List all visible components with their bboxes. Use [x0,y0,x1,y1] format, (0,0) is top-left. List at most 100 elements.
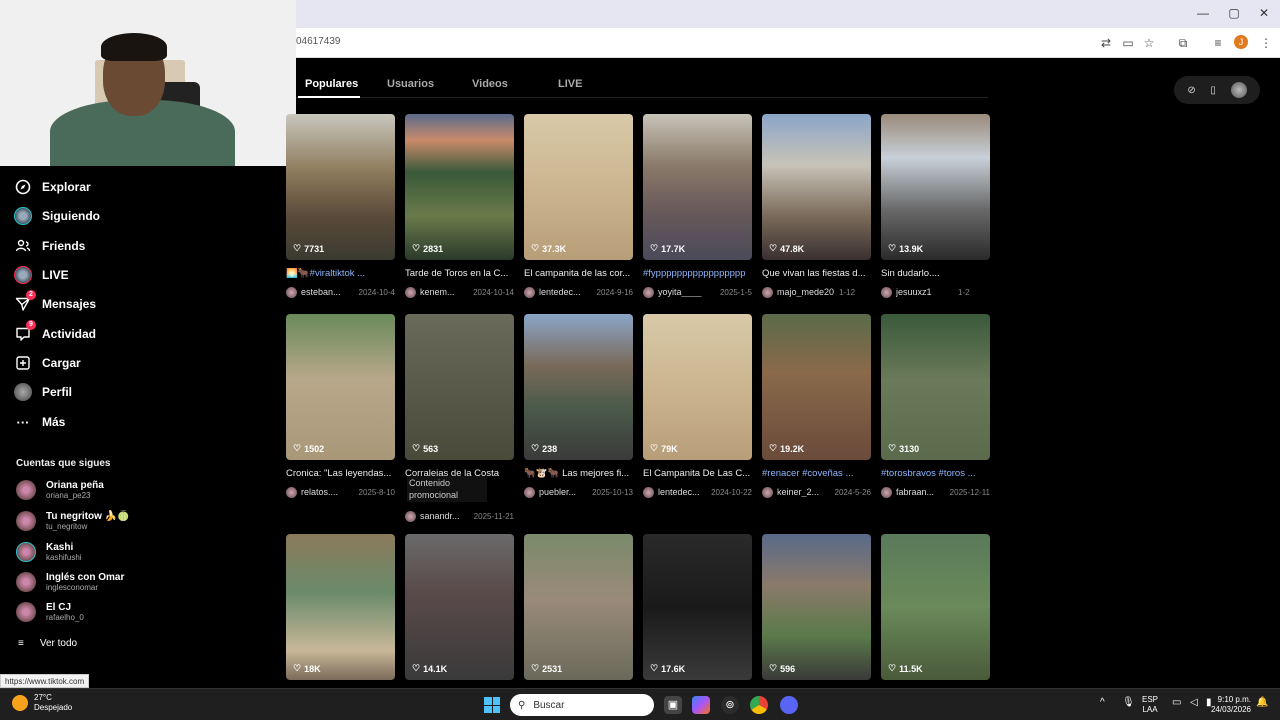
extensions-icon[interactable]: ⧉ [1175,35,1191,51]
video-card[interactable]: ♡ 563 Corralejas de la Costa Contenido prom… [405,314,514,522]
avatar[interactable] [524,286,535,298]
following-item[interactable]: Inglés con Omar inglesconomar [16,572,124,592]
video-caption[interactable]: #fyppppppppppppppppp [643,268,752,280]
network-icon[interactable]: ▭ [1172,698,1181,708]
avatar[interactable] [643,286,654,298]
video-caption[interactable]: Que vivan las fiestas d... [762,268,871,280]
compass-icon[interactable]: ⊘ [1187,85,1195,96]
video-card[interactable]: ♡ 2831 Tarde de Toros en la C... kenem... 20… [405,114,514,298]
video-thumbnail[interactable]: ♡ 13.9K [881,114,990,260]
video-thumbnail[interactable]: ♡ 563 [405,314,514,460]
following-item[interactable]: Oriana peña oriana_pe23 [16,480,104,500]
video-author[interactable]: relatos.... [301,487,355,497]
tab-live[interactable]: LIVE [558,78,582,90]
video-thumbnail[interactable]: ♡ 18K [286,534,395,680]
video-caption[interactable]: Tarde de Toros en la C... [405,268,514,280]
avatar[interactable] [643,486,654,498]
video-caption[interactable]: #renacer #coveñas ... [762,468,871,480]
nav-friends[interactable]: Friends [14,235,85,257]
chevron-up-icon[interactable]: ^ [1100,698,1105,708]
video-caption[interactable]: Sin dudarlo.... [881,268,990,280]
nav-mensajes[interactable]: 2 Mensajes [14,290,96,315]
language-indicator[interactable]: ESP LAA [1142,695,1158,715]
video-caption[interactable]: El Campanita De Las C... [643,468,752,480]
task-view-icon[interactable]: ▣ [664,696,682,714]
windows-start-button[interactable] [484,697,500,713]
video-card[interactable]: ♡ 79K El Campanita De Las C... lentedec... 2… [643,314,752,498]
video-author[interactable]: jesuuxz1 [896,287,954,297]
tab-usuarios[interactable]: Usuarios [387,78,434,90]
video-thumbnail[interactable]: ♡ 47.8K [762,114,871,260]
video-card[interactable]: ♡ 18K [286,534,395,680]
phone-icon[interactable]: ▯ [1210,85,1216,96]
nav-explorar[interactable]: Explorar [14,176,91,198]
notification-bell-icon[interactable]: 🔔 [1256,698,1268,708]
close-window-button[interactable]: ✕ [1256,6,1272,20]
video-thumbnail[interactable]: ♡ 7731 [286,114,395,260]
video-card[interactable]: ♡ 17.6K [643,534,752,680]
nav-siguiendo[interactable]: Siguiendo [14,205,100,227]
video-thumbnail[interactable]: ♡ 17.6K [643,534,752,680]
taskbar-search[interactable]: ⚲ Buscar [510,694,654,716]
video-card[interactable]: ♡ 37.3K El campanita de las cor... lentedec… [524,114,633,298]
avatar[interactable] [881,286,892,298]
video-thumbnail[interactable]: ♡ 14.1K [405,534,514,680]
video-card[interactable]: ♡ 238 🐂🐮🐂 Las mejores fi... puebler... 2025-… [524,314,633,498]
video-card[interactable]: ♡ 13.9K Sin dudarlo.... jesuuxz1 1-2 [881,114,990,298]
bookmark-star-icon[interactable]: ☆ [1141,35,1157,51]
video-thumbnail[interactable]: ♡ 596 [762,534,871,680]
menu-dots-icon[interactable]: ⋮ [1258,35,1274,51]
video-caption[interactable]: #torosbravos #toros ... [881,468,990,480]
video-thumbnail[interactable]: ♡ 1502 [286,314,395,460]
video-author[interactable]: fabraan... [896,487,946,497]
nav-perfil[interactable]: Perfil [14,381,72,403]
tab-populares[interactable]: Populares [305,78,358,90]
url-text[interactable]: 04617439 [296,36,341,47]
mic-icon[interactable]: 🎙 [1122,698,1135,708]
video-thumbnail[interactable]: ♡ 238 [524,314,633,460]
tab-videos[interactable]: Videos [472,78,508,90]
avatar[interactable] [405,286,416,298]
avatar[interactable] [881,486,892,498]
following-item[interactable]: Tu negritow 🍌🍈 tu_negritow [16,511,130,531]
video-thumbnail[interactable]: ♡ 19.2K [762,314,871,460]
video-author[interactable]: sanandr... [420,511,470,521]
following-item[interactable]: El CJ rafaelho_0 [16,602,84,622]
avatar[interactable] [762,486,773,498]
video-caption[interactable]: Cronica: "Las leyendas... [286,468,395,480]
video-author[interactable]: kenem... [420,287,469,297]
video-card[interactable]: ♡ 17.7K #fyppppppppppppppppp yoyita____ 2025… [643,114,752,298]
profile-avatar[interactable]: J [1234,35,1248,49]
video-thumbnail[interactable]: ♡ 2531 [524,534,633,680]
video-author[interactable]: majo_mede20 [777,287,835,297]
video-thumbnail[interactable]: ♡ 17.7K [643,114,752,260]
video-thumbnail[interactable]: ♡ 11.5K [881,534,990,680]
video-author[interactable]: puebler... [539,487,588,497]
video-card[interactable]: ♡ 3130 #torosbravos #toros ... fabraan... 20… [881,314,990,498]
speaker-icon[interactable]: ◁ [1190,698,1198,708]
video-card[interactable]: ♡ 11.5K [881,534,990,680]
video-card[interactable]: ♡ 14.1K [405,534,514,680]
avatar[interactable] [286,286,297,298]
video-card[interactable]: ♡ 19.2K #renacer #coveñas ... keiner_2... 20… [762,314,871,498]
video-author[interactable]: keiner_2... [777,487,831,497]
cast-icon[interactable]: ▭ [1120,35,1136,51]
video-author[interactable]: lentedec... [539,287,593,297]
video-card[interactable]: ♡ 1502 Cronica: "Las leyendas... relatos...… [286,314,395,498]
maximize-button[interactable]: ▢ [1226,6,1242,20]
video-author[interactable]: lentedec... [658,487,707,497]
video-caption[interactable]: El campanita de las cor... [524,268,633,280]
copilot-icon[interactable] [692,696,710,714]
app-icon[interactable]: ⊚ [721,696,739,714]
following-item[interactable]: Kashi kashifushi [16,542,82,562]
video-thumbnail[interactable]: ♡ 37.3K [524,114,633,260]
nav-actividad[interactable]: 9 Actividad [14,320,96,345]
nav-mas[interactable]: ··· Más [14,411,66,433]
video-caption[interactable]: 🐂🐮🐂 Las mejores fi... [524,468,633,480]
clock[interactable]: 9:10 p.m. 24/03/2026 [1205,695,1251,715]
translate-icon[interactable]: ⇄ [1098,35,1114,51]
video-card[interactable]: ♡ 47.8K Que vivan las fiestas d... majo_med… [762,114,871,298]
video-author[interactable]: esteban... [301,287,355,297]
avatar[interactable] [762,286,773,298]
discord-icon[interactable] [780,696,798,714]
